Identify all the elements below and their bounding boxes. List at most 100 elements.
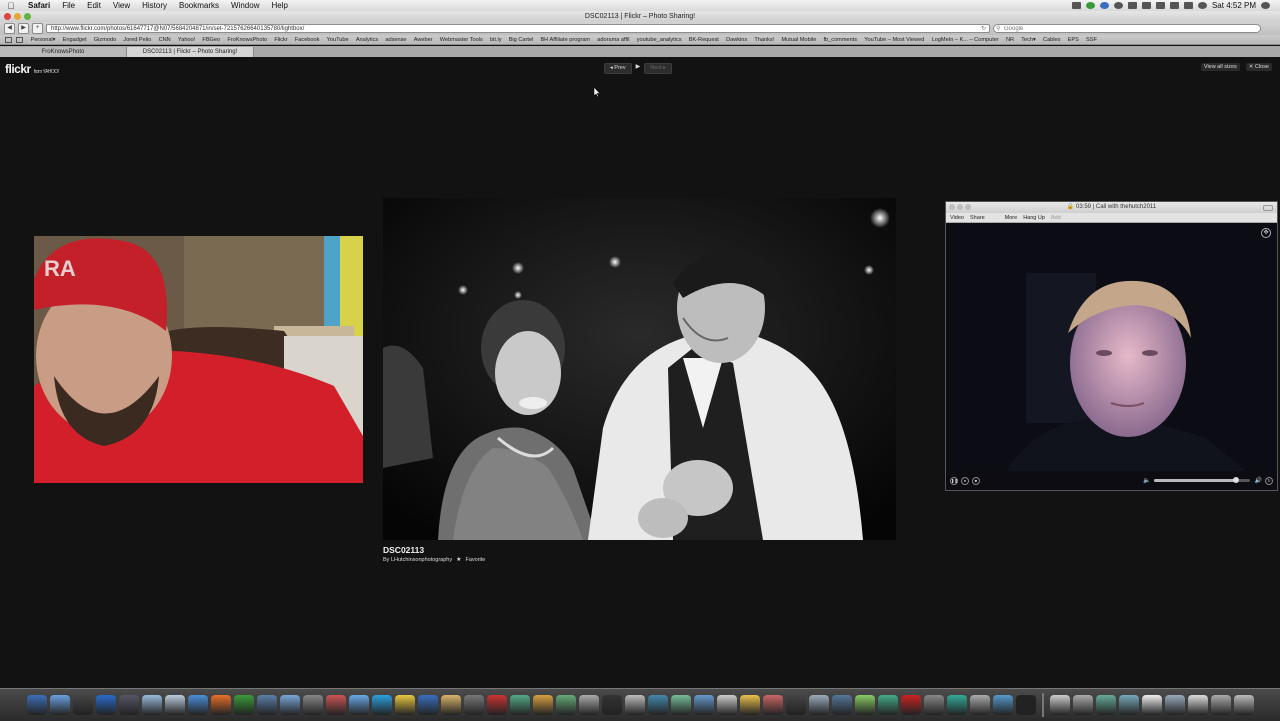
call-menu-video[interactable]: Video xyxy=(950,215,964,221)
dock-app-icon[interactable] xyxy=(371,695,392,715)
menu-view[interactable]: View xyxy=(107,0,136,11)
dock-app-icon[interactable] xyxy=(1141,695,1162,715)
call-menu-more[interactable]: More xyxy=(1005,215,1018,221)
dock-app-icon[interactable] xyxy=(164,695,185,715)
dock-app-icon[interactable] xyxy=(49,695,70,715)
dock-app-icon[interactable] xyxy=(210,695,231,715)
dock-app-icon[interactable] xyxy=(1164,695,1185,715)
dock-app-icon[interactable] xyxy=(486,695,507,715)
dock-app-icon[interactable] xyxy=(831,695,852,715)
volume-icon[interactable] xyxy=(1169,2,1179,9)
slideshow-play-button[interactable]: ▶ xyxy=(633,63,644,72)
bookmark-item[interactable]: youtube_analytics xyxy=(633,37,685,43)
dock-app-icon[interactable] xyxy=(532,695,553,715)
battery-icon[interactable] xyxy=(1183,2,1193,9)
forward-button[interactable]: ▶ xyxy=(18,23,29,34)
back-button[interactable]: ◀ xyxy=(4,23,15,34)
dock-app-icon[interactable] xyxy=(440,695,461,715)
dock-app-icon[interactable] xyxy=(417,695,438,715)
menu-bookmarks[interactable]: Bookmarks xyxy=(173,0,225,11)
call-settings-icon[interactable]: ↻ xyxy=(1265,476,1273,485)
dock-app-icon[interactable] xyxy=(854,695,875,715)
dock-app-icon[interactable] xyxy=(1233,695,1254,715)
dock-app-icon[interactable] xyxy=(1210,695,1231,715)
bookmark-item[interactable]: Facebook xyxy=(291,37,323,43)
call-menu-add[interactable]: Add xyxy=(1051,215,1061,221)
dock-app-icon[interactable] xyxy=(647,695,668,715)
bookmark-item[interactable]: bit.ly xyxy=(486,37,505,43)
bookmark-item[interactable]: SSF xyxy=(1082,37,1100,43)
view-all-sizes-button[interactable]: View all sizes xyxy=(1200,63,1240,71)
bookmark-item[interactable]: Dawkins xyxy=(722,37,750,43)
add-bookmark-button[interactable]: + xyxy=(32,23,43,34)
main-photo[interactable] xyxy=(383,198,896,540)
microphone-icon[interactable]: ● xyxy=(961,476,969,485)
bookmark-item[interactable]: Webmaster Tools xyxy=(436,37,486,43)
dock-app-icon[interactable] xyxy=(946,695,967,715)
bookmark-item[interactable]: FroKnowsPhoto xyxy=(224,37,271,43)
toolbar-toggle-icon[interactable] xyxy=(1263,205,1273,211)
dock-app-icon[interactable] xyxy=(923,695,944,715)
wifi-icon[interactable] xyxy=(1197,2,1207,9)
bookmark-item[interactable]: Thanks! xyxy=(751,37,778,43)
bookmark-item[interactable]: Tech▾ xyxy=(1018,37,1040,43)
prev-button[interactable]: ◂ Prev xyxy=(604,63,632,74)
show-all-bookmarks-icon[interactable] xyxy=(16,36,23,43)
dock-app-icon[interactable] xyxy=(95,695,116,715)
volume-slider[interactable] xyxy=(1153,477,1250,483)
dock-app-icon[interactable] xyxy=(1187,695,1208,715)
bookmark-item[interactable]: BK-Request xyxy=(685,37,722,43)
sync-icon[interactable] xyxy=(1113,2,1123,9)
dock-app-icon[interactable] xyxy=(26,695,47,715)
call-minimize-icon[interactable] xyxy=(957,204,963,210)
search-field[interactable]: ⚲ xyxy=(993,24,1261,33)
menu-help[interactable]: Help xyxy=(265,0,293,11)
dropbox-icon[interactable] xyxy=(1099,2,1109,9)
bookmark-item[interactable]: Engadget xyxy=(59,37,90,43)
menubar-clock[interactable]: Sat 4:52 PM xyxy=(1212,1,1256,10)
dock-app-icon[interactable] xyxy=(1095,695,1116,715)
call-close-icon[interactable] xyxy=(949,204,955,210)
bookmark-item[interactable]: fb_comments xyxy=(820,37,861,43)
dock-app-icon[interactable] xyxy=(578,695,599,715)
zoom-window-icon[interactable] xyxy=(24,13,31,20)
call-zoom-icon[interactable] xyxy=(965,204,971,210)
bookmark-item[interactable]: Mutual Mobile xyxy=(778,37,820,43)
dock-app-icon[interactable] xyxy=(785,695,806,715)
dock-app-icon[interactable] xyxy=(233,695,254,715)
bookmark-item[interactable]: adorama affil xyxy=(594,37,633,43)
photo-owner-link[interactable]: By LHutchinsonphotography xyxy=(383,557,452,563)
dock-app-icon[interactable] xyxy=(555,695,576,715)
dock-app-icon[interactable] xyxy=(900,695,921,715)
dock-app-icon[interactable] xyxy=(256,695,277,715)
bookmark-item[interactable]: LogMeIn – K... – Computer xyxy=(928,37,1002,43)
minimize-window-icon[interactable] xyxy=(14,13,21,20)
bookmark-item[interactable]: Yahoo! xyxy=(174,37,199,43)
menu-app-safari[interactable]: Safari xyxy=(22,0,56,11)
bluetooth-icon[interactable] xyxy=(1155,2,1165,9)
tab-flickr-photo[interactable]: DSC02113 | Flickr – Photo Sharing! xyxy=(127,47,254,57)
dock-app-icon[interactable] xyxy=(325,695,346,715)
timemachine-icon[interactable] xyxy=(1141,2,1151,9)
dock-app-icon[interactable] xyxy=(693,695,714,715)
bookmark-item[interactable]: EPS xyxy=(1064,37,1082,43)
dock-app-icon[interactable] xyxy=(739,695,760,715)
camera-toggle-icon[interactable]: ■ xyxy=(972,476,980,485)
bookmark-item[interactable]: CNN xyxy=(155,37,174,43)
dock-app-icon[interactable] xyxy=(670,695,691,715)
bookmark-item[interactable]: Big Cartel xyxy=(505,37,537,43)
menu-edit[interactable]: Edit xyxy=(81,0,107,11)
close-window-icon[interactable] xyxy=(4,13,11,20)
dock-app-icon[interactable] xyxy=(1118,695,1139,715)
bookmark-item[interactable]: YouTube – Most Viewed xyxy=(861,37,928,43)
bookmark-item[interactable]: Jored Pelio xyxy=(120,37,155,43)
camera-icon[interactable] xyxy=(1071,2,1081,9)
dock-app-icon[interactable] xyxy=(762,695,783,715)
dock-app-icon[interactable] xyxy=(141,695,162,715)
reload-icon[interactable]: ↻ xyxy=(981,25,986,34)
menu-file[interactable]: File xyxy=(56,0,81,11)
spotlight-icon[interactable] xyxy=(1261,2,1270,9)
bookmark-item[interactable]: FBGeo xyxy=(199,37,224,43)
tab-froknowsphoto[interactable]: FroKnowsPhoto xyxy=(0,47,127,57)
bookmark-item[interactable]: Gizmodo xyxy=(90,37,120,43)
